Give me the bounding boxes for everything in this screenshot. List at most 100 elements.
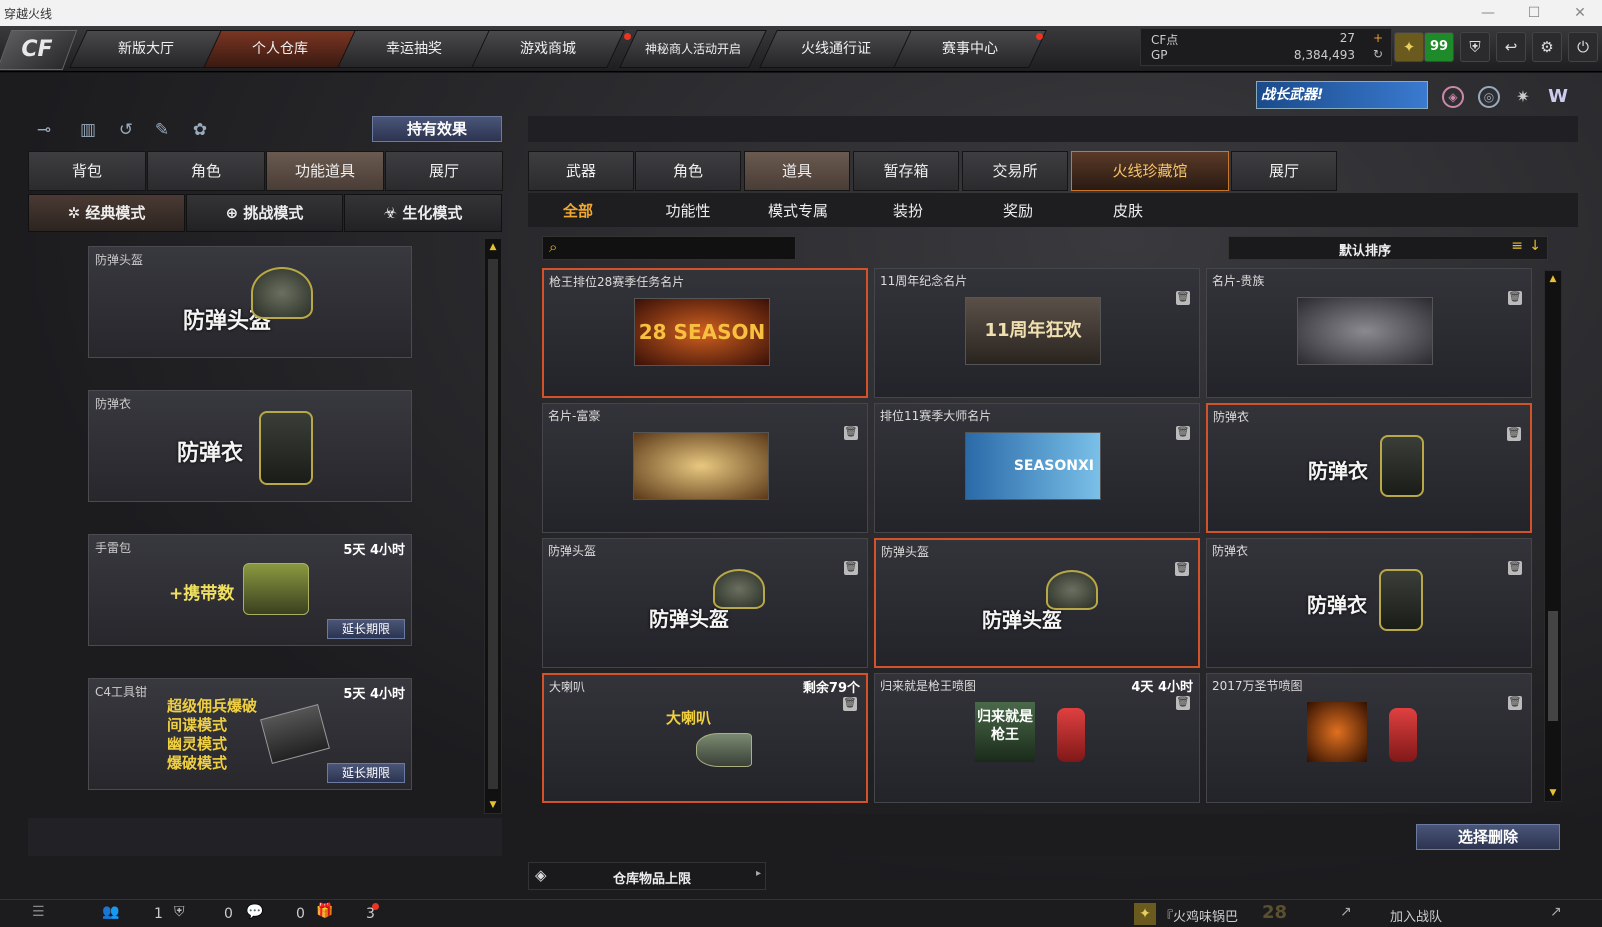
rank-icon[interactable]: ✦	[1394, 32, 1424, 62]
chat-icon[interactable]: 💬	[246, 904, 263, 920]
effect-button[interactable]: 持有效果	[372, 116, 502, 142]
search-box[interactable]: ⌕	[542, 236, 796, 260]
tab-storage[interactable]: 暂存箱	[853, 151, 959, 191]
key-icon[interactable]: ⊸	[30, 116, 58, 144]
ranking-icon[interactable]: ▥	[74, 116, 102, 144]
shield-icon[interactable]: ⛨	[1460, 32, 1490, 62]
tab-function-items[interactable]: 功能道具	[266, 151, 384, 191]
trash-icon[interactable]: 🗑	[1176, 426, 1190, 440]
item-card[interactable]: 2017万圣节喷图 🗑	[1206, 673, 1532, 803]
scroll-down-icon[interactable]: ▼	[486, 798, 500, 812]
mode-zombie[interactable]: ☣ 生化模式	[344, 194, 502, 232]
badge-icon[interactable]: ◈	[1442, 86, 1464, 108]
trash-icon[interactable]: 🗑	[844, 561, 858, 575]
search-input[interactable]	[569, 239, 791, 257]
capacity-bar[interactable]: ◈ 仓库物品上限 ▸	[528, 862, 766, 890]
tab-backpack[interactable]: 背包	[28, 151, 146, 191]
item-card[interactable]: 防弹衣 🗑 防弹衣	[1206, 403, 1532, 533]
refresh-icon[interactable]: ↻	[1373, 47, 1383, 61]
open-external-icon[interactable]: ↗	[1340, 904, 1352, 920]
trash-icon[interactable]: 🗑	[1508, 291, 1522, 305]
right-scrollbar[interactable]: ▲ ▼	[1544, 270, 1562, 802]
nav-tab-pass[interactable]: 火线通行证	[759, 30, 913, 68]
tab-weapons[interactable]: 武器	[528, 151, 634, 191]
history-icon[interactable]: ↺	[112, 116, 140, 144]
weapon-banner[interactable]: 战长武器!	[1256, 81, 1428, 109]
trash-icon[interactable]: 🗑	[843, 697, 857, 711]
tab-showroom[interactable]: 展厅	[1231, 151, 1337, 191]
subtab-rewards[interactable]: 奖励	[968, 200, 1068, 221]
item-card[interactable]: 防弹头盔 🗑 防弹头盔	[542, 538, 868, 668]
tab-items[interactable]: 道具	[744, 151, 850, 191]
subtab-decoration[interactable]: 装扮	[858, 200, 958, 221]
add-icon[interactable]: +	[1373, 31, 1383, 45]
nav-tab-warehouse[interactable]: 个人仓库	[203, 30, 357, 68]
nav-tab-events[interactable]: 赛事中心	[893, 30, 1047, 68]
join-clan-link[interactable]: 加入战队	[1390, 906, 1442, 925]
open-external-icon[interactable]: ↗	[1550, 904, 1562, 920]
exit-room-icon[interactable]: ↩	[1496, 32, 1526, 62]
power-icon[interactable]: ⏻	[1568, 32, 1598, 62]
extend-button[interactable]: 延长期限	[327, 763, 405, 783]
trash-icon[interactable]: 🗑	[1176, 696, 1190, 710]
scroll-thumb[interactable]	[488, 259, 498, 789]
item-card[interactable]: 防弹头盔 🗑 防弹头盔	[874, 538, 1200, 668]
mode-classic[interactable]: ✲ 经典模式	[28, 194, 185, 232]
scroll-up-icon[interactable]: ▲	[486, 240, 500, 254]
nav-tab-mystery-merchant[interactable]: 神秘商人活动开启	[619, 30, 767, 68]
gift-icon[interactable]: 🎁	[316, 903, 333, 919]
vip-icon[interactable]: W	[1546, 86, 1570, 108]
trash-icon[interactable]: 🗑	[1175, 562, 1189, 576]
sort-arrow-icon[interactable]: ↓	[1529, 238, 1541, 254]
delete-selected-button[interactable]: 选择删除	[1416, 824, 1560, 850]
trash-icon[interactable]: 🗑	[1176, 291, 1190, 305]
item-card[interactable]: 防弹衣 🗑 防弹衣	[1206, 538, 1532, 668]
friends-icon[interactable]: 👥	[102, 904, 119, 920]
item-card[interactable]: 枪王排位28赛季任务名片 28 SEASON	[542, 268, 868, 398]
trash-icon[interactable]: 🗑	[844, 426, 858, 440]
tab-collection[interactable]: 火线珍藏馆	[1071, 151, 1229, 191]
tab-characters[interactable]: 角色	[635, 151, 741, 191]
mode-challenge[interactable]: ⊕ 挑战模式	[186, 194, 343, 232]
tab-character[interactable]: 角色	[147, 151, 265, 191]
nav-tab-lobby[interactable]: 新版大厅	[69, 30, 223, 68]
cf-logo[interactable]: CF	[0, 30, 78, 70]
item-card[interactable]: 防弹衣 防弹衣	[88, 390, 412, 502]
item-card[interactable]: 名片-富豪 🗑	[542, 403, 868, 533]
emblem-icon[interactable]: ✷	[1512, 86, 1534, 108]
expand-arrow-icon[interactable]: ▸	[756, 868, 761, 879]
tab-exchange[interactable]: 交易所	[962, 151, 1068, 191]
clan-shield-icon[interactable]: ⛨	[174, 904, 185, 920]
item-card[interactable]: 名片-贵族 🗑	[1206, 268, 1532, 398]
item-card[interactable]: 手雷包 5天 4小时 +携带数 延长期限	[88, 534, 412, 646]
repair-icon[interactable]: ✎	[148, 116, 176, 144]
subtab-functional[interactable]: 功能性	[638, 200, 738, 221]
item-card[interactable]: 防弹头盔 防弹头盔	[88, 246, 412, 358]
subtab-mode-exclusive[interactable]: 模式专属	[748, 200, 848, 221]
item-card[interactable]: C4工具钳 5天 4小时 超级佣兵爆破 间谍模式 幽灵模式 爆破模式 延长期限	[88, 678, 412, 790]
item-card[interactable]: 大喇叭 剩余79个 🗑 大喇叭	[542, 673, 868, 803]
trash-icon[interactable]: 🗑	[1507, 427, 1521, 441]
left-scrollbar[interactable]: ▲ ▼	[484, 238, 502, 814]
list-icon[interactable]: ≡	[1511, 238, 1523, 254]
close-button[interactable]: ✕	[1560, 2, 1600, 24]
gear-icon[interactable]: ⚙	[1532, 32, 1562, 62]
scroll-up-icon[interactable]: ▲	[1546, 272, 1560, 286]
minimize-button[interactable]: —	[1468, 2, 1508, 24]
bag-icon[interactable]: ✿	[186, 116, 214, 144]
nav-tab-lottery[interactable]: 幸运抽奖	[337, 30, 491, 68]
globe-icon[interactable]: ◎	[1478, 86, 1500, 108]
scroll-thumb[interactable]	[1548, 611, 1558, 721]
extend-button[interactable]: 延长期限	[327, 619, 405, 639]
menu-icon[interactable]: ☰	[32, 904, 45, 920]
maximize-button[interactable]: ☐	[1514, 2, 1554, 24]
item-card[interactable]: 归来就是枪王喷图 4天 4小时 🗑 归来就是枪王	[874, 673, 1200, 803]
item-card[interactable]: 11周年纪念名片 🗑 11周年狂欢	[874, 268, 1200, 398]
nav-tab-shop[interactable]: 游戏商城	[471, 30, 625, 68]
item-card[interactable]: 排位11赛季大师名片 🗑 SEASONXI	[874, 403, 1200, 533]
trash-icon[interactable]: 🗑	[1508, 561, 1522, 575]
subtab-all[interactable]: 全部	[528, 200, 628, 221]
trash-icon[interactable]: 🗑	[1508, 696, 1522, 710]
subtab-skins[interactable]: 皮肤	[1078, 200, 1178, 221]
sort-dropdown[interactable]: 默认排序 ≡ ↓	[1228, 236, 1548, 260]
